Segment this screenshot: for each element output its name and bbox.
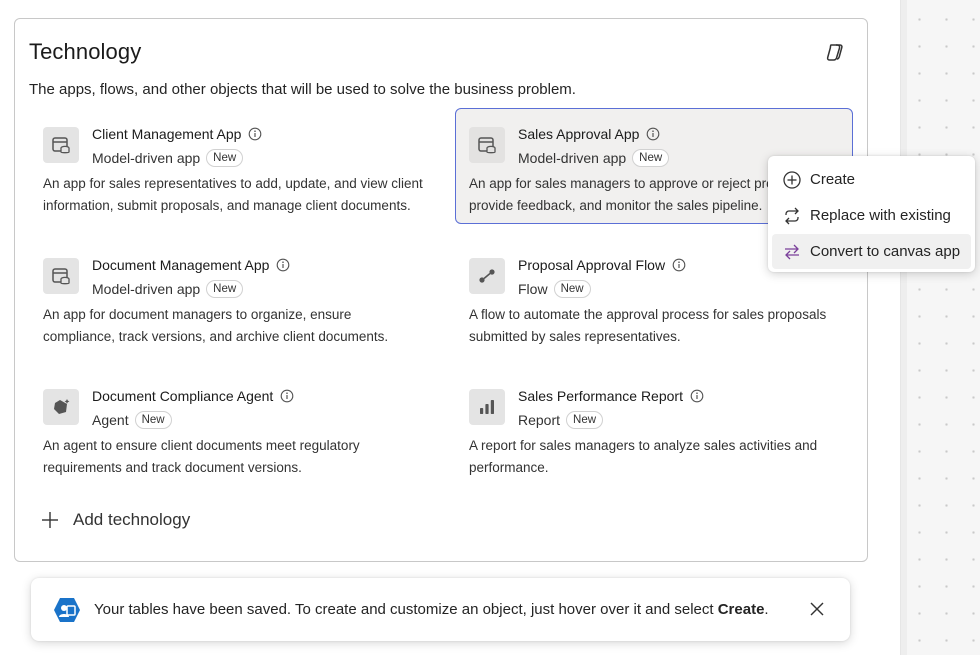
canvas-pane: [900, 0, 980, 655]
tech-item-type: Model-driven app New: [518, 149, 670, 167]
report-icon: [469, 389, 505, 425]
toast-message: Your tables have been saved. To create a…: [94, 601, 769, 618]
tech-item-description: An app for document managers to organize…: [43, 307, 389, 344]
model-app-icon: [469, 127, 505, 163]
technology-card: Technology The apps, flows, and other ob…: [14, 18, 868, 562]
tech-item-client-management-app[interactable]: Client Management App Model-driven app N…: [29, 108, 427, 224]
model-app-icon: [43, 127, 79, 163]
copilot-icon[interactable]: [825, 41, 847, 63]
menu-item-replace-with-existing[interactable]: Replace with existing: [772, 198, 971, 233]
replace-icon: [785, 207, 799, 224]
tech-item-document-management-app[interactable]: Document Management App Model-driven app…: [29, 239, 427, 355]
agent-icon: [43, 389, 79, 425]
tables-saved-icon: [54, 598, 80, 622]
tech-item-description: An app for sales representatives to add,…: [43, 176, 423, 213]
model-app-icon: [43, 258, 79, 294]
tech-item-type: Agent New: [92, 411, 172, 429]
tech-item-name: Client Management App: [92, 126, 262, 142]
new-badge: New: [134, 411, 172, 429]
tech-item-type: Model-driven app New: [92, 280, 244, 298]
menu-item-create[interactable]: Create: [772, 162, 971, 197]
tech-item-name: Sales Performance Report: [518, 388, 704, 404]
tech-item-type: Report New: [518, 411, 604, 429]
tech-item-name: Document Management App: [92, 257, 290, 273]
close-icon[interactable]: [809, 601, 825, 617]
tech-item-document-compliance-agent[interactable]: Document Compliance Agent Agent New An a…: [29, 370, 427, 486]
convert-icon: [785, 244, 799, 259]
tech-item-name: Document Compliance Agent: [92, 388, 294, 404]
new-badge: New: [566, 411, 604, 429]
card-title: Technology: [29, 39, 142, 64]
tech-item-type: Model-driven app New: [92, 149, 244, 167]
info-icon[interactable]: [646, 127, 660, 141]
flow-icon: [469, 258, 505, 294]
add-circle-icon: [783, 170, 801, 189]
notification-toast: Your tables have been saved. To create a…: [31, 578, 850, 641]
card-description: The apps, flows, and other objects that …: [29, 81, 576, 98]
tech-item-description: A flow to automate the approval process …: [469, 307, 827, 344]
new-badge: New: [632, 149, 670, 167]
tech-item-name: Sales Approval App: [518, 126, 660, 142]
info-icon[interactable]: [280, 389, 294, 403]
info-icon[interactable]: [276, 258, 290, 272]
info-icon[interactable]: [248, 127, 262, 141]
info-icon[interactable]: [690, 389, 704, 403]
new-badge: New: [206, 280, 244, 298]
info-icon[interactable]: [672, 258, 686, 272]
tech-item-sales-performance-report[interactable]: Sales Performance Report Report New A re…: [455, 370, 853, 486]
tech-item-name: Proposal Approval Flow: [518, 257, 686, 273]
menu-item-convert-to-canvas-app[interactable]: Convert to canvas app: [772, 234, 971, 269]
new-badge: New: [553, 280, 591, 298]
new-badge: New: [206, 149, 244, 167]
tech-item-description: A report for sales managers to analyze s…: [469, 438, 818, 475]
add-technology-button[interactable]: Add technology: [41, 507, 190, 533]
context-menu: Create Replace with existing Convert to …: [768, 156, 975, 272]
plus-icon: [42, 512, 58, 528]
tech-item-type: Flow New: [518, 280, 591, 298]
tech-item-description: An agent to ensure client documents meet…: [43, 438, 360, 475]
